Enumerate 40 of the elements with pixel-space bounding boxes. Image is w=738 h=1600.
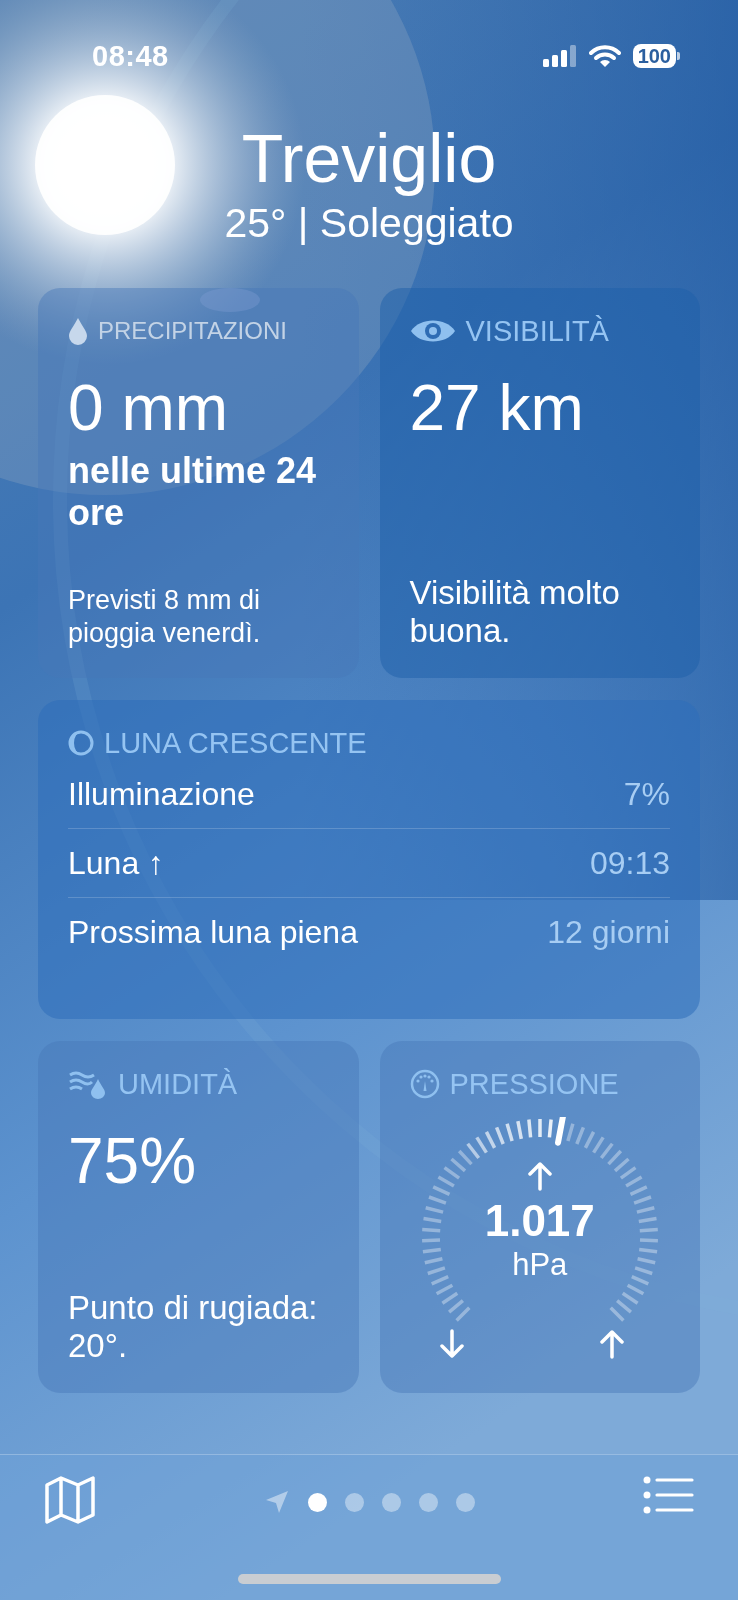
card-title: PRESSIONE bbox=[449, 1067, 619, 1101]
drop-icon bbox=[68, 317, 88, 345]
moon-value: 7% bbox=[623, 775, 670, 813]
moon-value: 12 giorni bbox=[547, 913, 670, 951]
map-button[interactable] bbox=[44, 1475, 96, 1525]
arrow-up-icon bbox=[599, 1329, 624, 1359]
list-button[interactable] bbox=[642, 1475, 694, 1515]
battery-level: 100 bbox=[632, 44, 676, 68]
dew-point-note: Punto di rugiada: 20°. bbox=[68, 1289, 319, 1365]
page-dot[interactable] bbox=[344, 1492, 364, 1512]
gauge-needle bbox=[554, 1117, 566, 1146]
weather-summary: 25° | Soleggiato bbox=[224, 199, 514, 248]
moon-value: 09:13 bbox=[589, 844, 670, 882]
arrow-up-icon bbox=[527, 1161, 552, 1191]
city-name: Treviglio bbox=[241, 119, 497, 198]
precipitation-value: 0 mm bbox=[68, 371, 229, 446]
gauge-icon bbox=[409, 1069, 440, 1099]
arrow-down-icon bbox=[439, 1329, 464, 1359]
visibility-value: 27 km bbox=[409, 371, 585, 446]
pressure-value: 1.017 bbox=[484, 1195, 595, 1247]
signal-icon bbox=[542, 45, 577, 67]
moon-label: Luna ↑ bbox=[68, 844, 165, 882]
precipitation-period: nelle ultime 24 ore bbox=[68, 450, 318, 534]
status-time: 08:48 bbox=[92, 39, 169, 73]
page-dot[interactable] bbox=[418, 1492, 438, 1512]
page-dot[interactable] bbox=[455, 1492, 475, 1512]
pressure-unit: hPa bbox=[512, 1247, 568, 1283]
card-title: UMIDITÀ bbox=[118, 1067, 238, 1101]
humidity-icon bbox=[68, 1069, 108, 1099]
card-title: VISIBILITÀ bbox=[465, 314, 609, 348]
card-title: PRECIPITAZIONI bbox=[98, 316, 287, 346]
card-title: LUNA CRESCENTE bbox=[104, 726, 367, 760]
moon-label: Illuminazione bbox=[68, 775, 255, 813]
visibility-note: Visibilità molto buona. bbox=[409, 574, 621, 650]
humidity-value: 75% bbox=[68, 1124, 198, 1199]
moon-icon bbox=[68, 730, 94, 756]
moon-label: Prossima luna piena bbox=[68, 913, 358, 951]
page-dot[interactable] bbox=[381, 1492, 401, 1512]
forecast-note: Previsti 8 mm di pioggia venerdì. bbox=[68, 584, 262, 650]
wifi-icon bbox=[588, 44, 621, 68]
